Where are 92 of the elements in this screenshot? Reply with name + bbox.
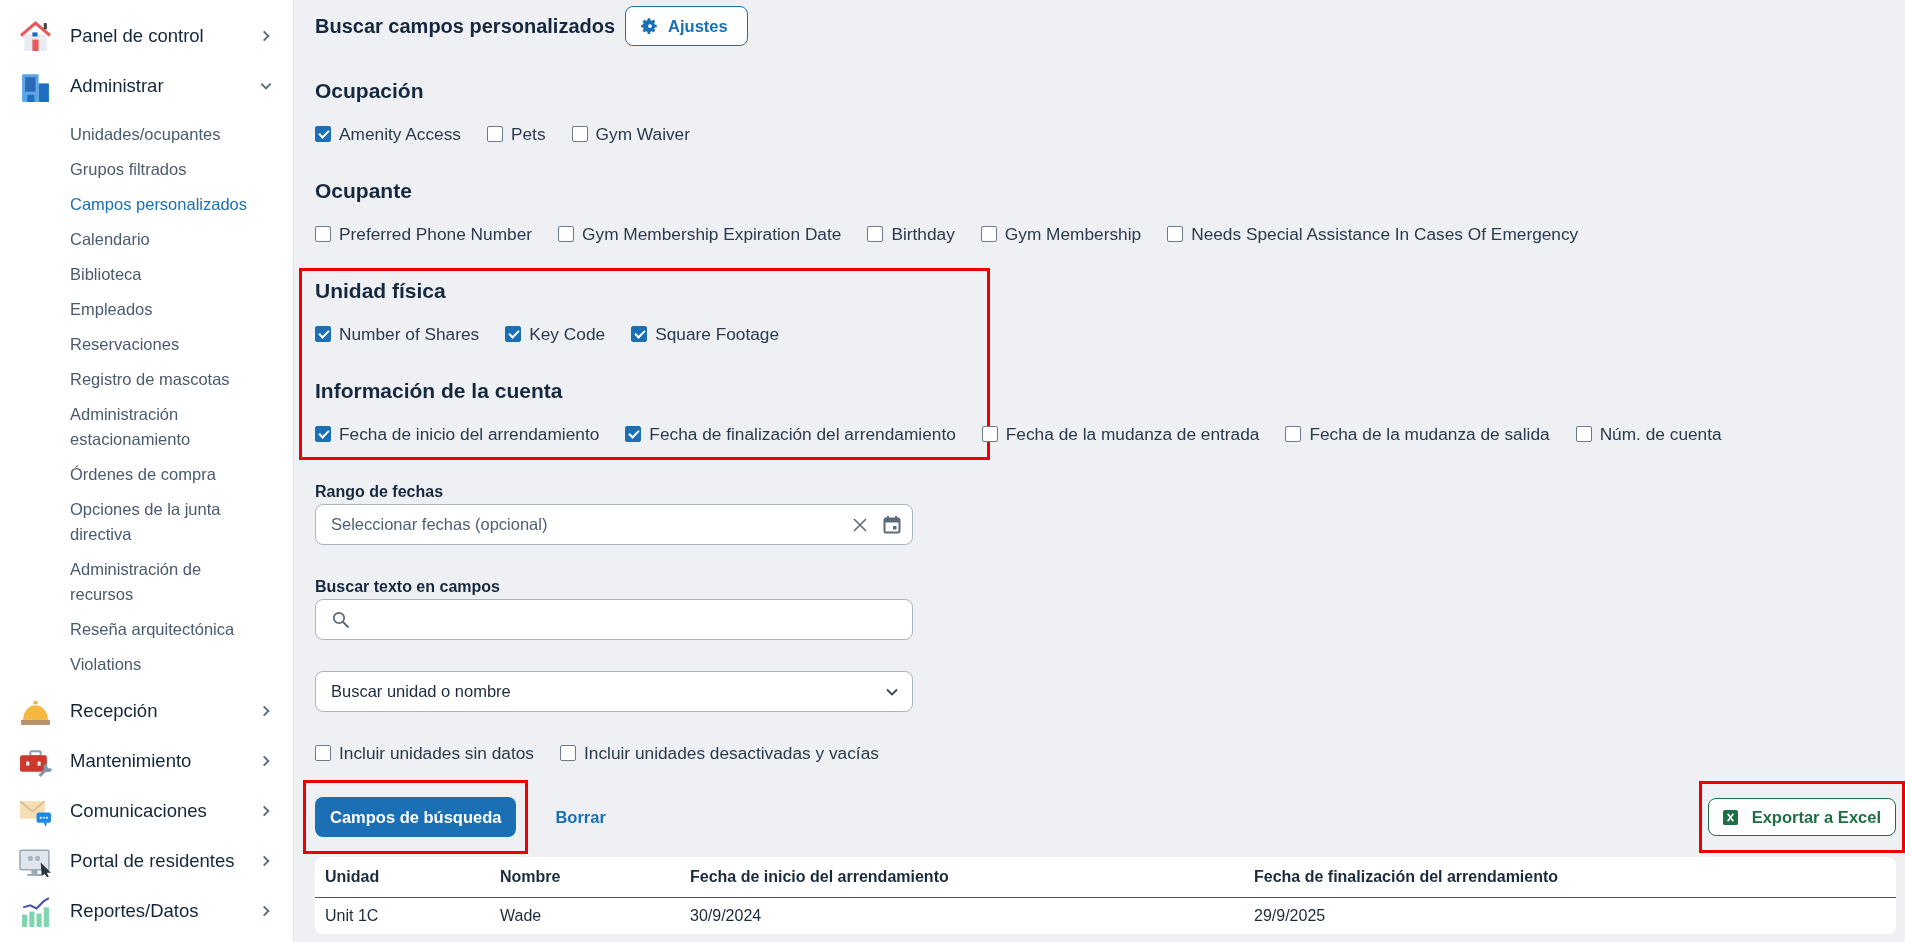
nav-label: Panel de control	[70, 25, 205, 47]
nav-item[interactable]: Comunicaciones	[0, 786, 293, 836]
checkbox-label: Gym Waiver	[595, 123, 690, 145]
column-header: Unidad	[325, 868, 381, 886]
nav-label: Recepción	[70, 700, 159, 722]
checkbox-label: Number of Shares	[339, 323, 480, 345]
search-button[interactable]: Campos de búsqueda	[315, 797, 517, 837]
checkbox-label: Square Footage	[655, 323, 780, 345]
checkbox[interactable]	[1575, 426, 1592, 442]
checkbox-label: Preferred Phone Number	[339, 223, 533, 245]
submenu-item[interactable]: Empleados	[70, 292, 260, 327]
checkbox[interactable]	[315, 226, 331, 242]
checkbox-label: Núm. de cuenta	[1599, 423, 1722, 445]
checkbox[interactable]	[505, 326, 522, 342]
submenu-item[interactable]: Violations	[70, 647, 260, 682]
search-icon	[331, 609, 351, 630]
checkbox[interactable]	[560, 745, 576, 761]
checkbox-label: Incluir unidades sin datos	[339, 742, 534, 764]
submenu-item[interactable]: Calendario	[70, 222, 260, 257]
submenu-item[interactable]: Reservaciones	[70, 327, 260, 362]
section-heading: Información de la cuenta	[315, 378, 564, 404]
page-title: Buscar campos personalizados	[315, 14, 616, 38]
nav-item[interactable]: Mantenimiento	[0, 736, 293, 786]
nav-item[interactable]: Administrar	[0, 61, 293, 111]
checkbox-label: Key Code	[529, 323, 606, 345]
checkbox[interactable]	[981, 426, 998, 442]
house-icon	[19, 19, 52, 53]
submenu-item[interactable]: Unidades/ocupantes	[70, 117, 260, 152]
checkbox-label: Incluir unidades desactivadas y vacías	[584, 742, 879, 764]
nav-item[interactable]: Reportes/Datos	[0, 886, 293, 936]
nav-item[interactable]: Portal de residentes	[0, 836, 293, 886]
table-cell-text: 30/9/2024	[690, 907, 763, 925]
section-heading: Unidad física	[315, 278, 447, 304]
submenu-item[interactable]: Registro de mascotas	[70, 362, 260, 397]
column-header: Fecha de inicio del arrendamiento	[690, 868, 950, 886]
checkbox[interactable]	[631, 326, 648, 342]
checkbox[interactable]	[1285, 426, 1302, 442]
field-label: Rango de fechas	[315, 482, 445, 502]
gear-icon	[640, 17, 659, 35]
checkbox[interactable]	[315, 326, 331, 342]
checkbox[interactable]	[867, 226, 884, 242]
section-heading: Ocupante	[315, 178, 413, 204]
checkbox-label: Needs Special Assistance In Cases Of Emergency	[1191, 223, 1579, 245]
checkbox-label: Fecha de la mudanza de entrada	[1005, 423, 1260, 445]
column-header: Fecha de finalización del arrendamiento	[1254, 868, 1560, 886]
submenu-item[interactable]: Biblioteca	[70, 257, 260, 292]
calendar-icon[interactable]	[882, 514, 902, 535]
nav-label: Mantenimiento	[70, 750, 193, 772]
checkbox-label: Fecha de la mudanza de salida	[1309, 423, 1550, 445]
checkbox[interactable]	[487, 126, 503, 142]
nav-label: Administrar	[70, 75, 165, 97]
search-field[interactable]	[315, 599, 913, 640]
section-heading: Ocupación	[315, 78, 425, 104]
checkbox-label: Birthday	[891, 223, 955, 245]
nav-label: Portal de residentes	[70, 850, 236, 872]
checkbox[interactable]	[1167, 226, 1184, 242]
checkbox-label: Gym Membership Expiration Date	[582, 223, 842, 245]
column-header: Nombre	[500, 868, 562, 886]
checkbox-label: Fecha de inicio del arrendamiento	[339, 423, 600, 445]
checkbox[interactable]	[315, 426, 331, 442]
nav-label: Comunicaciones	[70, 800, 208, 822]
checkbox-label: Gym Membership	[1004, 223, 1142, 245]
checkbox[interactable]	[558, 226, 575, 242]
submenu-item[interactable]: Grupos filtrados	[70, 152, 260, 187]
submenu-item[interactable]: Administración de recursos	[70, 552, 260, 612]
table-cell-text: Unit 1C	[325, 907, 380, 925]
nav-item[interactable]: Recepción	[0, 686, 293, 736]
field-label: Buscar texto en campos	[315, 577, 501, 597]
checkbox[interactable]	[571, 126, 588, 142]
checkbox[interactable]	[315, 126, 331, 142]
submenu-item[interactable]: Órdenes de compra	[70, 457, 260, 492]
clear-link[interactable]: Borrar	[555, 807, 606, 827]
date-range-field[interactable]: Seleccionar fechas (opcional)	[315, 504, 913, 545]
spreadsheet-icon	[1722, 809, 1738, 825]
chart-icon	[19, 894, 52, 928]
checkbox[interactable]	[980, 226, 997, 242]
checkbox[interactable]	[315, 745, 331, 761]
checkbox-label: Amenity Access	[339, 123, 461, 145]
checkbox-label: Fecha de finalización del arrendamiento	[649, 423, 956, 445]
nav-label: Reportes/Datos	[70, 900, 200, 922]
checkbox[interactable]	[625, 426, 642, 442]
table-cell-text: Wade	[500, 907, 543, 925]
settings-button[interactable]: Ajustes	[625, 6, 748, 46]
unit-select[interactable]: Buscar unidad o nombre	[315, 671, 913, 712]
submenu-item[interactable]: Administración estacionamiento	[70, 397, 260, 457]
checkbox-label: Pets	[511, 123, 546, 145]
table-cell-text: 29/9/2025	[1254, 907, 1327, 925]
nav-item[interactable]: Panel de control	[0, 11, 293, 61]
submenu-item[interactable]: Campos personalizados	[70, 187, 260, 222]
submenu-item[interactable]: Opciones de la junta directiva	[70, 492, 260, 552]
submenu-item[interactable]: Reseña arquitectónica	[70, 612, 260, 647]
export-button[interactable]: Exportar a Excel	[1707, 798, 1896, 836]
